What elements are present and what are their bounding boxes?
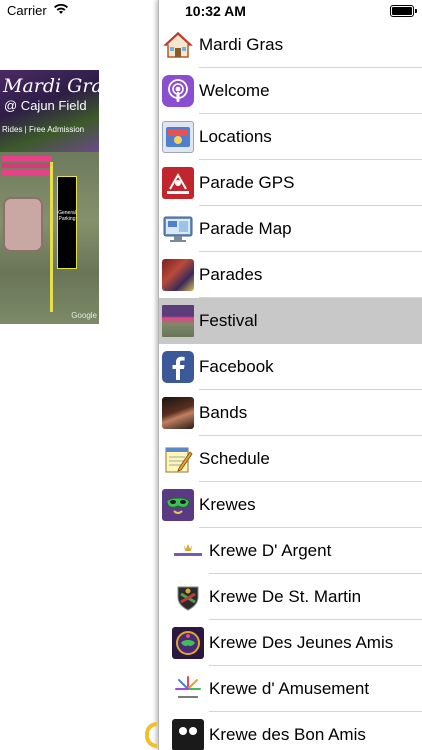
menu-item-label: Krewe d' Amusement (209, 679, 370, 698)
underlying-page: Carrier Mardi Gras @ Cajun Field Rides |… (0, 0, 158, 750)
map-legend-bar (2, 170, 52, 175)
menu-item-label: Festival (199, 311, 258, 330)
menu-item-krewe-d-amusement[interactable]: Krewe d' Amusement (159, 666, 422, 712)
podcast-icon (162, 75, 194, 107)
menu-item-label: Mardi Gras (199, 35, 284, 54)
menu-item-label: Krewe des Bon Amis (209, 725, 366, 744)
menu-item-label: Parade Map (199, 219, 292, 238)
flyer-tagline: Rides | Free Admission (2, 125, 85, 134)
stadium-shape (3, 197, 43, 252)
notepad-icon (162, 443, 194, 475)
festival-flyer-image: Mardi Gras @ Cajun Field Rides | Free Ad… (0, 70, 99, 324)
menu-item-welcome[interactable]: Welcome (159, 68, 422, 114)
menu-item-label: Parades (199, 265, 263, 284)
menu-item-label: Locations (199, 127, 272, 146)
menu-item-krewe-de-st-martin[interactable]: Krewe De St. Martin (159, 574, 422, 620)
mask-icon (162, 489, 194, 521)
carrier-label: Carrier (7, 3, 47, 18)
monitor-icon (162, 213, 194, 245)
menu-item-krewe-des-bon-amis[interactable]: Krewe des Bon Amis (159, 712, 422, 750)
menu-item-mardi-gras[interactable]: Mardi Gras (159, 22, 422, 68)
krewe-st-martin-crest (172, 581, 204, 613)
map-credit: Google (71, 311, 97, 320)
side-menu[interactable]: 10:32 AM Mardi Gras Welcome Locations Pa… (158, 0, 422, 750)
map-road (50, 162, 53, 312)
status-time: 10:32 AM (185, 3, 246, 19)
aerial-map: General Parking Google (0, 152, 99, 324)
flyer-title: Mardi Gras (3, 75, 99, 97)
menu-item-parades[interactable]: Parades (159, 252, 422, 298)
flyer-header: Mardi Gras @ Cajun Field Rides | Free Ad… (0, 70, 99, 152)
menu-item-label: Krewe Des Jeunes Amis (209, 633, 394, 652)
band-photo-icon (162, 397, 194, 429)
krewe-bon-amis-logo (172, 719, 204, 750)
menu-item-krewe-des-jeunes-amis[interactable]: Krewe Des Jeunes Amis (159, 620, 422, 666)
facebook-icon (162, 351, 194, 383)
menu-item-label: Krewe D' Argent (209, 541, 332, 560)
left-status-bar: Carrier (7, 3, 69, 18)
krewe-argent-logo (172, 535, 204, 567)
flyer-subtitle: @ Cajun Field (4, 98, 87, 113)
locations-icon (162, 121, 194, 153)
menu-item-parade-map[interactable]: Parade Map (159, 206, 422, 252)
wifi-icon (53, 3, 69, 18)
menu-item-krewes[interactable]: Krewes (159, 482, 422, 528)
menu-item-krewe-d-argent[interactable]: Krewe D' Argent (159, 528, 422, 574)
menu-item-parade-gps[interactable]: Parade GPS (159, 160, 422, 206)
menu-item-label: Krewe De St. Martin (209, 587, 362, 606)
parking-lot-shape (57, 176, 77, 269)
menu-item-locations[interactable]: Locations (159, 114, 422, 160)
menu-item-schedule[interactable]: Schedule (159, 436, 422, 482)
menu-item-facebook[interactable]: Facebook (159, 344, 422, 390)
map-legend-bar (2, 163, 52, 168)
menu-item-label: Krewes (199, 495, 256, 514)
festival-flyer-icon (162, 305, 194, 337)
battery-icon (390, 5, 417, 17)
parking-label: General Parking (58, 210, 76, 222)
menu-item-bands[interactable]: Bands (159, 390, 422, 436)
menu-item-label: Parade GPS (199, 173, 295, 192)
menu-item-label: Schedule (199, 449, 270, 468)
map-legend-bar (2, 156, 52, 161)
menu-item-label: Facebook (199, 357, 274, 376)
krewe-amusement-logo (172, 673, 204, 705)
gps-tracker-icon (162, 167, 194, 199)
krewe-jeunes-amis-logo (172, 627, 204, 659)
menu-item-label: Bands (199, 403, 248, 422)
house-icon (162, 29, 194, 61)
menu-item-label: Welcome (199, 81, 270, 100)
parade-photo-icon (162, 259, 194, 291)
menu-item-festival[interactable]: Festival (159, 298, 422, 344)
status-bar: 10:32 AM (159, 0, 422, 22)
